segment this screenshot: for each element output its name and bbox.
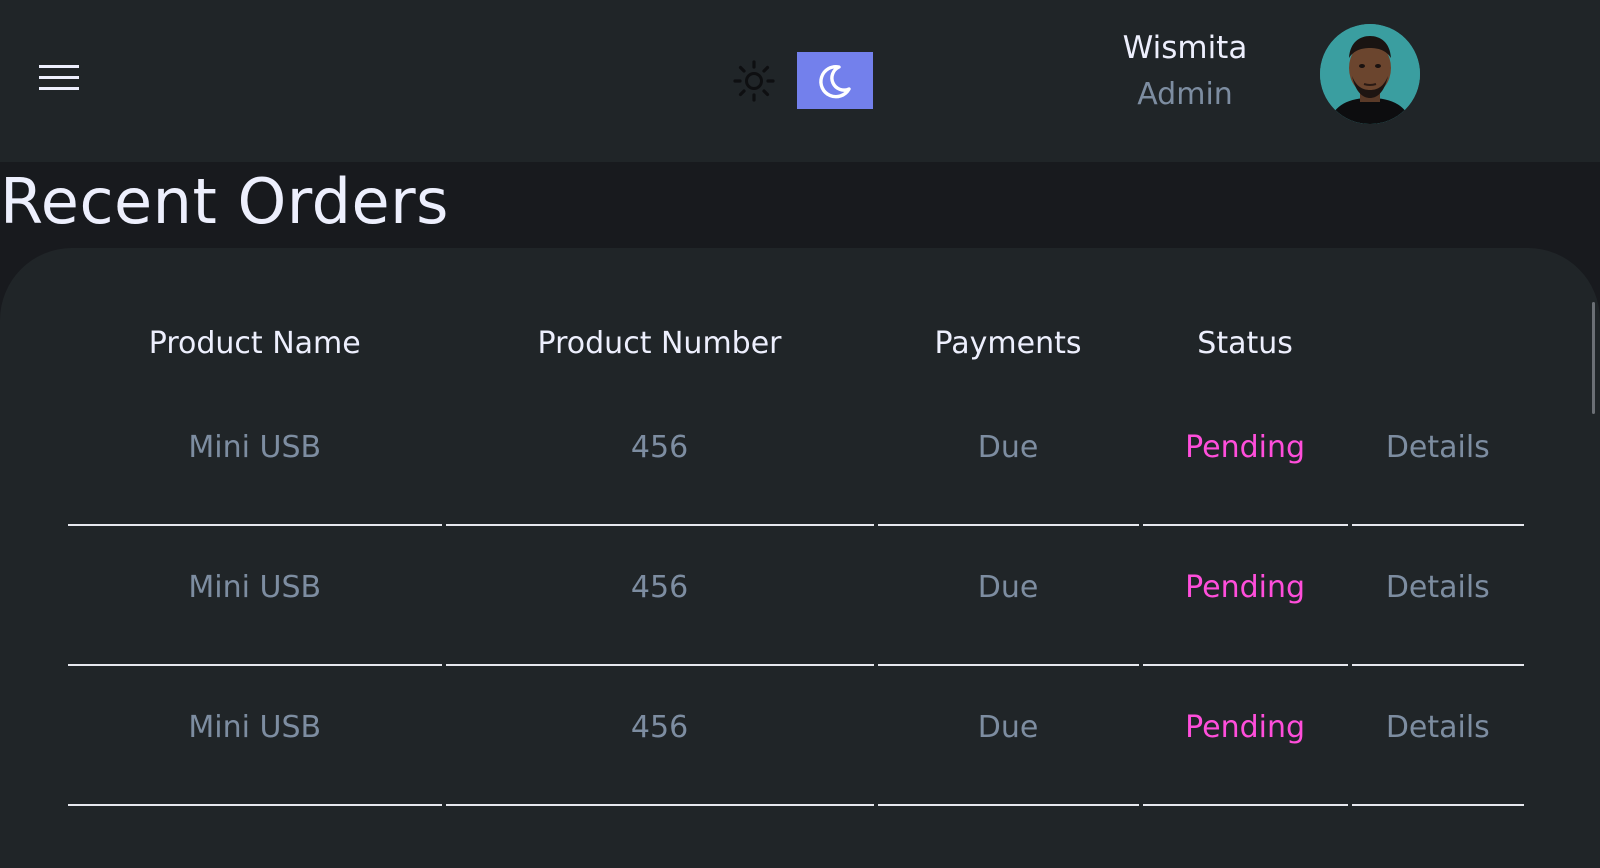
profile-role: Admin [1137,77,1233,112]
details-cell: Details [1351,526,1524,666]
profile-info: Wismita Admin [1090,24,1280,118]
menu-button[interactable] [36,58,82,96]
status-badge: Pending [1185,709,1306,745]
product-number-cell: 456 [445,526,874,666]
payment-cell: Due [877,386,1139,526]
column-header-product-name: Product Name [148,325,361,361]
product-name: Mini USB [188,709,322,745]
column-header-product-number: Product Number [537,325,782,361]
profile-name: Wismita [1122,30,1248,66]
table-row: Mini USB 456 Due Pending Details [68,666,1524,806]
page-title: Recent Orders [0,165,449,238]
column-header-actions [1352,300,1524,386]
payment-cell: Due [877,666,1139,806]
scrollbar[interactable] [1592,302,1595,414]
payment-status: Due [977,709,1039,745]
status-badge: Pending [1185,569,1306,605]
table-header-row: Product Name Product Number Payments Sta… [68,300,1524,386]
product-name-cell: Mini USB [68,526,442,666]
product-name-cell: Mini USB [68,386,442,526]
status-cell: Pending [1142,666,1348,806]
theme-toggler[interactable] [724,52,874,109]
product-number-cell: 456 [445,386,874,526]
avatar[interactable] [1320,24,1420,124]
table-row: Mini USB 456 Due Pending Details [68,526,1524,666]
details-cell: Details [1351,666,1524,806]
product-name: Mini USB [188,569,322,605]
sun-icon[interactable] [724,52,784,109]
top-bar: Wismita Admin [0,0,1600,162]
column-header-payments: Payments [934,325,1082,361]
payment-status: Due [977,569,1039,605]
details-link[interactable]: Details [1352,570,1524,605]
product-number: 456 [630,709,689,745]
status-cell: Pending [1142,526,1348,666]
product-name-cell: Mini USB [68,666,442,806]
payment-status: Due [977,429,1039,465]
column-header-status: Status [1197,325,1293,361]
details-link[interactable]: Details [1352,430,1524,465]
status-badge: Pending [1185,429,1306,465]
payment-cell: Due [877,526,1139,666]
details-link[interactable]: Details [1352,710,1524,745]
table-row: Mini USB 456 Due Pending Details [68,386,1524,526]
product-number-cell: 456 [445,666,874,806]
product-name: Mini USB [188,429,322,465]
product-number: 456 [630,569,689,605]
product-number: 456 [630,429,689,465]
recent-orders-table: Product Name Product Number Payments Sta… [64,300,1528,806]
user-avatar [1320,24,1420,124]
menu-icon [39,65,79,90]
status-cell: Pending [1142,386,1348,526]
details-cell: Details [1351,386,1524,526]
moon-icon[interactable] [797,52,873,109]
